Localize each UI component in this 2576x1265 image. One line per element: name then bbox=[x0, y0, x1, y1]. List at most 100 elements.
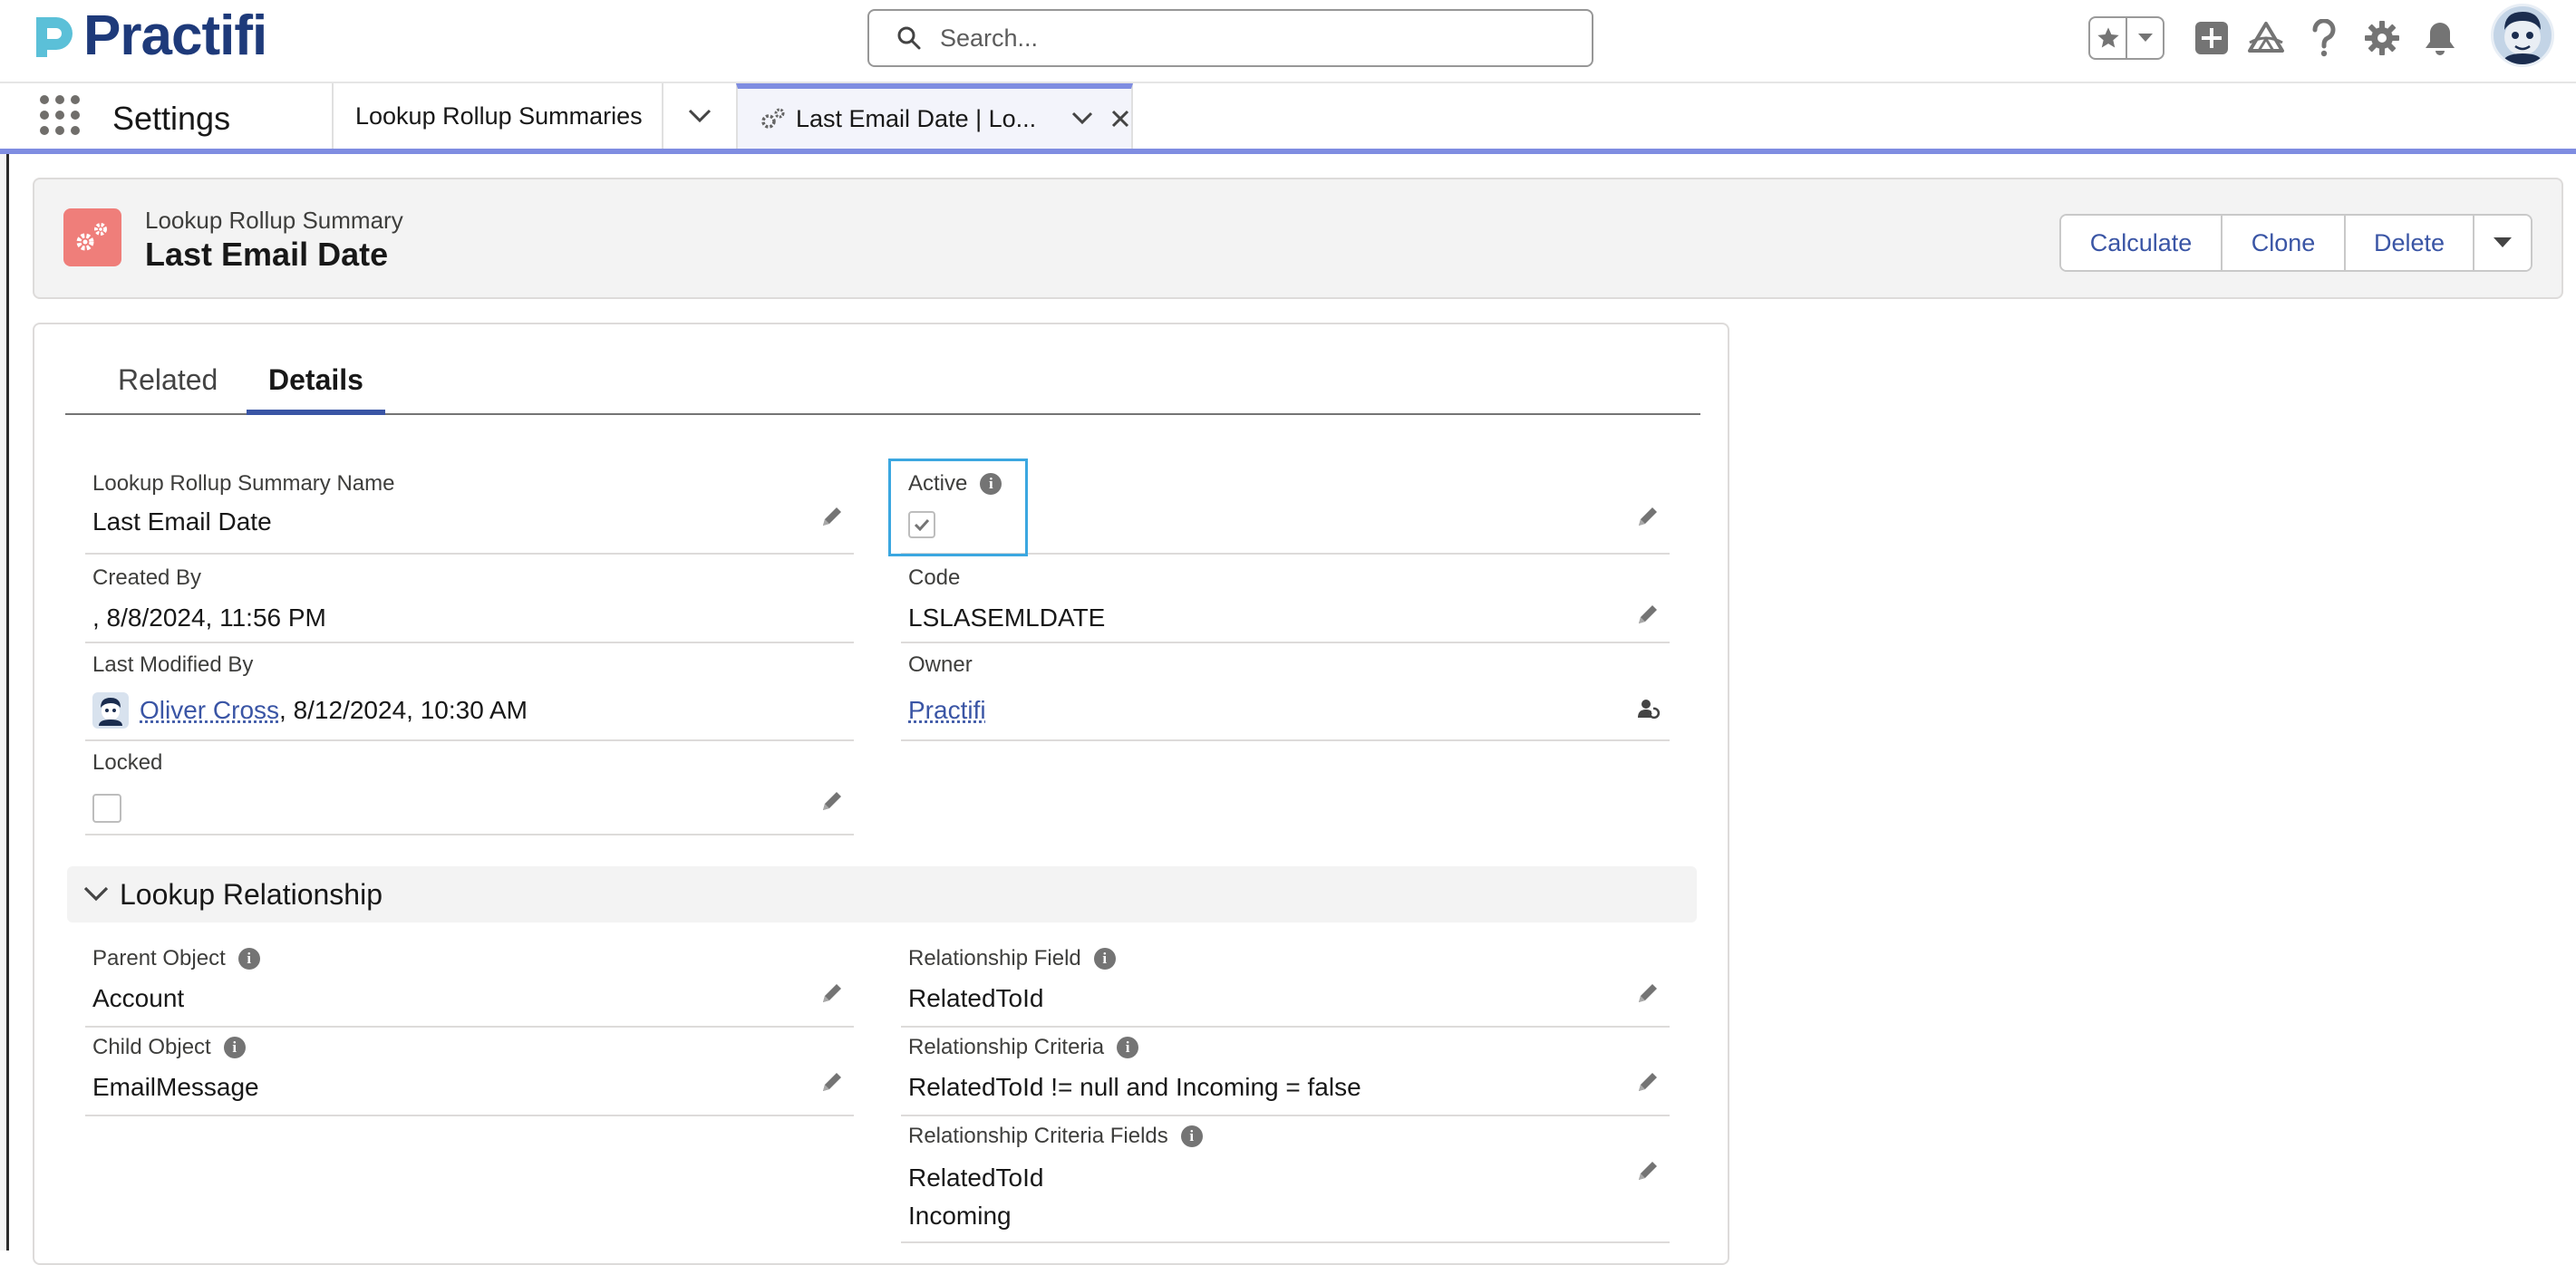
field-label: Relationship Criteria i bbox=[908, 1035, 1138, 1060]
left-edge-splitter[interactable] bbox=[0, 154, 9, 1251]
field-owner: Owner Practifi bbox=[901, 647, 1670, 741]
record-type-label: Lookup Rollup Summary bbox=[145, 207, 403, 235]
notifications-bell-icon[interactable] bbox=[2418, 16, 2462, 60]
field-label: Last Modified By bbox=[92, 652, 253, 678]
relationship-criteria-fields-label: Relationship Criteria Fields bbox=[908, 1124, 1168, 1149]
edit-pencil-icon[interactable] bbox=[1635, 980, 1661, 1006]
user-avatar-small bbox=[92, 692, 129, 729]
practifi-logo-icon bbox=[31, 14, 76, 59]
field-label: Owner bbox=[908, 652, 973, 678]
setup-gear-icon[interactable] bbox=[2360, 16, 2404, 60]
tab-related[interactable]: Related bbox=[118, 357, 218, 415]
nav-tab-label: Lookup Rollup Summaries bbox=[355, 102, 643, 130]
more-actions-button[interactable] bbox=[2474, 216, 2531, 270]
app-name: Settings bbox=[112, 100, 230, 138]
favorites-group[interactable] bbox=[2088, 16, 2164, 60]
field-code: Code LSLASEMLDATE bbox=[901, 558, 1670, 643]
app-launcher-icon[interactable] bbox=[40, 95, 80, 135]
app-nav-bar: Settings Lookup Rollup Summaries Last Em… bbox=[0, 83, 2576, 154]
parent-object-label: Parent Object bbox=[92, 946, 226, 971]
edit-pencil-icon[interactable] bbox=[1635, 1069, 1661, 1095]
search-icon bbox=[896, 25, 922, 51]
field-last-modified-by: Last Modified By Oliver Cross , 8/12/202… bbox=[85, 647, 854, 741]
modified-by-date: , 8/12/2024, 10:30 AM bbox=[279, 696, 528, 725]
search-input[interactable] bbox=[938, 24, 1482, 53]
section-title: Lookup Relationship bbox=[120, 878, 383, 912]
info-icon[interactable]: i bbox=[1181, 1125, 1203, 1147]
field-value: Last Email Date bbox=[92, 507, 272, 536]
tab-chevron-down-icon[interactable] bbox=[1071, 111, 1093, 126]
edit-pencil-icon[interactable] bbox=[819, 504, 845, 529]
field-label: Code bbox=[908, 565, 960, 591]
global-actions-plus-icon[interactable] bbox=[2190, 16, 2233, 60]
info-icon[interactable]: i bbox=[224, 1037, 246, 1058]
field-value-line-2: Incoming bbox=[908, 1202, 1012, 1231]
field-value: RelatedToId != null and Incoming = false bbox=[908, 1073, 1361, 1102]
field-value: EmailMessage bbox=[92, 1073, 259, 1102]
record-tabs: Related Details bbox=[65, 357, 1700, 415]
favorites-dropdown-icon[interactable] bbox=[2127, 18, 2163, 58]
edit-pencil-icon[interactable] bbox=[1635, 602, 1661, 627]
field-label: Relationship Criteria Fields i bbox=[908, 1124, 1203, 1149]
field-label: Parent Object i bbox=[92, 946, 260, 971]
edit-pencil-icon[interactable] bbox=[819, 1069, 845, 1095]
close-tab-icon[interactable] bbox=[1111, 110, 1129, 128]
section-lookup-relationship[interactable]: Lookup Relationship bbox=[67, 866, 1697, 922]
details-card: Related Details Lookup Rollup Summary Na… bbox=[33, 323, 1729, 1265]
info-icon[interactable]: i bbox=[238, 948, 260, 970]
nav-tab-more[interactable] bbox=[662, 83, 736, 149]
delete-button[interactable]: Delete bbox=[2346, 216, 2474, 270]
edit-pencil-icon[interactable] bbox=[1635, 1158, 1661, 1183]
chevron-down-icon bbox=[688, 109, 712, 123]
record-actions: Calculate Clone Delete bbox=[2059, 214, 2532, 272]
field-label: Relationship Field i bbox=[908, 946, 1116, 971]
record-type-gears-icon bbox=[63, 208, 121, 266]
field-label: Locked bbox=[92, 750, 162, 776]
help-icon[interactable] bbox=[2302, 16, 2346, 60]
field-value: , 8/8/2024, 11:56 PM bbox=[92, 604, 326, 632]
child-object-label: Child Object bbox=[92, 1035, 211, 1060]
field-value-line-1: RelatedToId bbox=[908, 1164, 1043, 1193]
nav-tab-last-email-date[interactable]: Last Email Date | Lo... bbox=[736, 83, 1133, 149]
nav-tab-label: Last Email Date | Lo... bbox=[796, 105, 1059, 133]
field-rollup-name: Lookup Rollup Summary Name Last Email Da… bbox=[85, 462, 854, 555]
info-icon[interactable]: i bbox=[1117, 1037, 1138, 1058]
edit-pencil-icon[interactable] bbox=[819, 788, 845, 814]
change-owner-icon[interactable] bbox=[1635, 696, 1661, 721]
trailhead-icon[interactable] bbox=[2244, 16, 2288, 60]
active-field-highlight bbox=[888, 459, 1028, 556]
modified-by-user-link[interactable]: Oliver Cross bbox=[140, 696, 279, 725]
chevron-down-icon bbox=[83, 886, 109, 903]
edit-pencil-icon[interactable] bbox=[819, 980, 845, 1006]
global-search[interactable] bbox=[867, 9, 1593, 67]
field-relationship-field: Relationship Field i RelatedToId bbox=[901, 941, 1670, 1028]
record-header: Lookup Rollup Summary Last Email Date Ca… bbox=[33, 178, 2563, 299]
edit-pencil-icon[interactable] bbox=[1635, 504, 1661, 529]
favorites-star-icon[interactable] bbox=[2090, 18, 2127, 58]
rollup-gears-icon bbox=[760, 107, 787, 130]
field-parent-object: Parent Object i Account bbox=[85, 941, 854, 1028]
field-relationship-criteria-fields: Relationship Criteria Fields i RelatedToI… bbox=[901, 1118, 1670, 1243]
logo-text: Practifi bbox=[83, 7, 266, 65]
field-value: Oliver Cross , 8/12/2024, 10:30 AM bbox=[92, 692, 528, 729]
info-icon[interactable]: i bbox=[1094, 948, 1116, 970]
field-value: Practifi bbox=[908, 696, 986, 725]
field-relationship-criteria: Relationship Criteria i RelatedToId != nu… bbox=[901, 1029, 1670, 1116]
field-label: Lookup Rollup Summary Name bbox=[92, 471, 394, 497]
global-header: Practifi bbox=[0, 0, 2576, 83]
field-value: Account bbox=[92, 984, 184, 1013]
clone-button[interactable]: Clone bbox=[2223, 216, 2346, 270]
caret-down-icon bbox=[2493, 237, 2513, 249]
field-locked: Locked bbox=[85, 745, 854, 835]
nav-tab-lookup-rollup-summaries[interactable]: Lookup Rollup Summaries bbox=[332, 83, 662, 149]
locked-checkbox bbox=[92, 794, 121, 823]
relationship-criteria-label: Relationship Criteria bbox=[908, 1035, 1104, 1060]
tab-details[interactable]: Details bbox=[247, 357, 385, 415]
calculate-button[interactable]: Calculate bbox=[2061, 216, 2223, 270]
field-created-by: Created By , 8/8/2024, 11:56 PM bbox=[85, 558, 854, 643]
user-avatar[interactable] bbox=[2491, 4, 2554, 67]
field-child-object: Child Object i EmailMessage bbox=[85, 1029, 854, 1116]
practifi-logo[interactable]: Practifi bbox=[31, 7, 266, 65]
owner-link[interactable]: Practifi bbox=[908, 696, 986, 724]
record-title: Last Email Date bbox=[145, 236, 388, 274]
